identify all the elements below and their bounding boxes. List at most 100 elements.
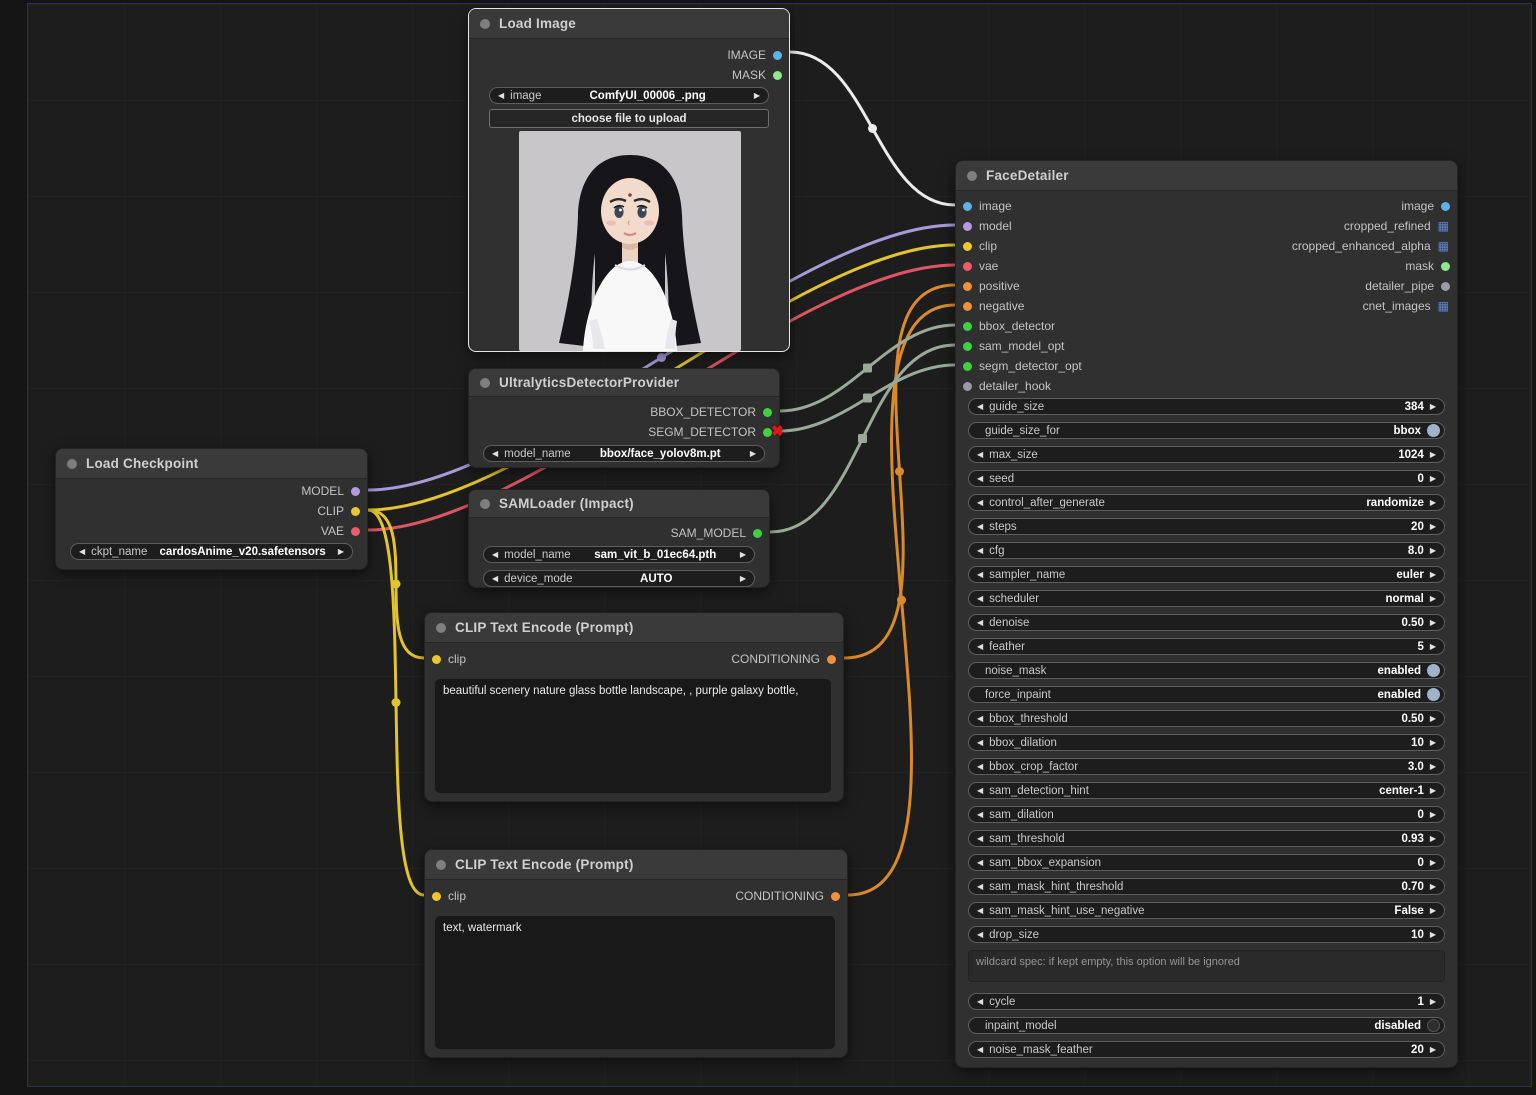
list-output-grid-icon[interactable]: ▦ (1438, 302, 1449, 311)
slot-dot[interactable] (753, 529, 762, 538)
widget-feather[interactable]: ◀feather5▶ (968, 638, 1445, 655)
widget-control-after-generate[interactable]: ◀control_after_generaterandomize▶ (968, 494, 1445, 511)
increment-arrow-icon[interactable]: ▶ (1430, 835, 1436, 843)
increment-arrow-icon[interactable]: ▶ (754, 92, 760, 100)
slot-dot[interactable] (963, 322, 972, 331)
slot-dot[interactable] (963, 222, 972, 231)
slot-dot[interactable] (351, 527, 360, 536)
node-sam-loader-header[interactable]: SAMLoader (Impact) (469, 490, 769, 518)
increment-arrow-icon[interactable]: ▶ (750, 450, 756, 458)
output-slot-segm-detector[interactable]: SEGM_DETECTOR (648, 422, 767, 442)
increment-arrow-icon[interactable]: ▶ (1430, 811, 1436, 819)
node-ultralytics-header[interactable]: UltralyticsDetectorProvider (469, 369, 779, 397)
widget-model-name[interactable]: ◀model_namebbox/face_yolov8m.pt▶ (483, 445, 765, 462)
decrement-arrow-icon[interactable]: ◀ (977, 859, 983, 867)
input-slot-vae[interactable]: vae (968, 256, 1082, 276)
widget-sam-mask-hint-use-negative[interactable]: ◀sam_mask_hint_use_negativeFalse▶ (968, 902, 1445, 919)
decrement-arrow-icon[interactable]: ◀ (977, 787, 983, 795)
slot-dot[interactable] (963, 382, 972, 391)
choose-file-button[interactable]: choose file to upload (489, 109, 769, 128)
output-slot-clip[interactable]: CLIP (301, 501, 355, 521)
output-slot-mask[interactable]: mask (1292, 256, 1445, 276)
widget-image[interactable]: ◀imageComfyUI_00006_.png▶ (489, 87, 769, 104)
node-load-checkpoint[interactable]: Load Checkpoint MODELCLIPVAE ◀ckpt_namec… (55, 448, 368, 570)
widget-sam-detection-hint[interactable]: ◀sam_detection_hintcenter-1▶ (968, 782, 1445, 799)
decrement-arrow-icon[interactable]: ◀ (977, 715, 983, 723)
clip-input-slot[interactable]: clip (437, 649, 466, 669)
decrement-arrow-icon[interactable]: ◀ (977, 643, 983, 651)
collapse-dot-icon[interactable] (480, 499, 490, 509)
widget-cfg[interactable]: ◀cfg8.0▶ (968, 542, 1445, 559)
node-clip-text-encode-negative[interactable]: CLIP Text Encode (Prompt) clip CONDITION… (424, 849, 848, 1058)
widget-sam-threshold[interactable]: ◀sam_threshold0.93▶ (968, 830, 1445, 847)
increment-arrow-icon[interactable]: ▶ (1430, 547, 1436, 555)
slot-dot[interactable] (963, 362, 972, 371)
node-sam-loader[interactable]: SAMLoader (Impact) SAM_MODEL ◀model_name… (468, 489, 770, 588)
widget-sampler-name[interactable]: ◀sampler_nameeuler▶ (968, 566, 1445, 583)
decrement-arrow-icon[interactable]: ◀ (977, 907, 983, 915)
input-slot-detailer-hook[interactable]: detailer_hook (968, 376, 1082, 396)
decrement-arrow-icon[interactable]: ◀ (977, 739, 983, 747)
slot-dot[interactable] (963, 342, 972, 351)
slot-dot[interactable] (963, 262, 972, 271)
collapse-dot-icon[interactable] (480, 378, 490, 388)
slot-dot[interactable] (963, 242, 972, 251)
widget-inpaint-model[interactable]: inpaint_modeldisabled (968, 1017, 1445, 1034)
decrement-arrow-icon[interactable]: ◀ (977, 1046, 983, 1054)
increment-arrow-icon[interactable]: ▶ (1430, 739, 1436, 747)
collapse-dot-icon[interactable] (480, 19, 490, 29)
slot-dot[interactable] (773, 71, 782, 80)
node-load-image-header[interactable]: Load Image (469, 9, 789, 39)
slot-dot[interactable] (763, 408, 772, 417)
input-slot-bbox-detector[interactable]: bbox_detector (968, 316, 1082, 336)
output-slot-cnet-images[interactable]: cnet_images▦ (1292, 296, 1445, 316)
toggle-circle-icon[interactable] (1427, 424, 1440, 437)
input-slot-model[interactable]: model (968, 216, 1082, 236)
decrement-arrow-icon[interactable]: ◀ (977, 931, 983, 939)
output-slot-image[interactable]: IMAGE (727, 45, 777, 65)
increment-arrow-icon[interactable]: ▶ (1430, 859, 1436, 867)
increment-arrow-icon[interactable]: ▶ (1430, 451, 1436, 459)
decrement-arrow-icon[interactable]: ◀ (977, 619, 983, 627)
input-slot-segm-detector-opt[interactable]: segm_detector_opt (968, 356, 1082, 376)
toggle-circle-icon[interactable] (1427, 664, 1440, 677)
toggle-circle-icon[interactable] (1427, 688, 1440, 701)
collapse-dot-icon[interactable] (436, 623, 446, 633)
node-load-checkpoint-header[interactable]: Load Checkpoint (56, 449, 367, 479)
slot-dot[interactable] (1441, 202, 1450, 211)
increment-arrow-icon[interactable]: ▶ (1430, 883, 1436, 891)
widget-sam-dilation[interactable]: ◀sam_dilation0▶ (968, 806, 1445, 823)
input-slot-sam-model-opt[interactable]: sam_model_opt (968, 336, 1082, 356)
decrement-arrow-icon[interactable]: ◀ (977, 499, 983, 507)
increment-arrow-icon[interactable]: ▶ (1430, 907, 1436, 915)
list-output-grid-icon[interactable]: ▦ (1438, 222, 1449, 231)
decrement-arrow-icon[interactable]: ◀ (977, 835, 983, 843)
widget-bbox-dilation[interactable]: ◀bbox_dilation10▶ (968, 734, 1445, 751)
conditioning-output-slot[interactable]: CONDITIONING (731, 649, 831, 669)
widget-sam-mask-hint-threshold[interactable]: ◀sam_mask_hint_threshold0.70▶ (968, 878, 1445, 895)
toggle-circle-icon[interactable] (1427, 1019, 1440, 1032)
clip-input-slot[interactable]: clip (437, 886, 466, 906)
slot-dot[interactable] (773, 51, 782, 60)
slot-dot[interactable] (1441, 282, 1450, 291)
widget-model-name[interactable]: ◀model_namesam_vit_b_01ec64.pth▶ (483, 546, 755, 563)
increment-arrow-icon[interactable]: ▶ (1430, 571, 1436, 579)
widget-seed[interactable]: ◀seed0▶ (968, 470, 1445, 487)
widget-device-mode[interactable]: ◀device_modeAUTO▶ (483, 570, 755, 587)
widget-bbox-threshold[interactable]: ◀bbox_threshold0.50▶ (968, 710, 1445, 727)
increment-arrow-icon[interactable]: ▶ (1430, 643, 1436, 651)
decrement-arrow-icon[interactable]: ◀ (492, 551, 498, 559)
increment-arrow-icon[interactable]: ▶ (1430, 763, 1436, 771)
increment-arrow-icon[interactable]: ▶ (740, 575, 746, 583)
node-face-detailer[interactable]: FaceDetailer imagemodelclipvaepositivene… (955, 160, 1458, 1068)
node-face-detailer-header[interactable]: FaceDetailer (956, 161, 1457, 191)
increment-arrow-icon[interactable]: ▶ (1430, 931, 1436, 939)
increment-arrow-icon[interactable]: ▶ (1430, 499, 1436, 507)
widget-max-size[interactable]: ◀max_size1024▶ (968, 446, 1445, 463)
node-graph-canvas[interactable]: Load Image IMAGEMASK ◀imageComfyUI_00006… (0, 0, 1536, 1095)
input-slot-negative[interactable]: negative (968, 296, 1082, 316)
widget-drop-size[interactable]: ◀drop_size10▶ (968, 926, 1445, 943)
decrement-arrow-icon[interactable]: ◀ (79, 548, 85, 556)
wildcard-spec-textarea[interactable]: wildcard spec: if kept empty, this optio… (968, 950, 1445, 982)
decrement-arrow-icon[interactable]: ◀ (977, 523, 983, 531)
